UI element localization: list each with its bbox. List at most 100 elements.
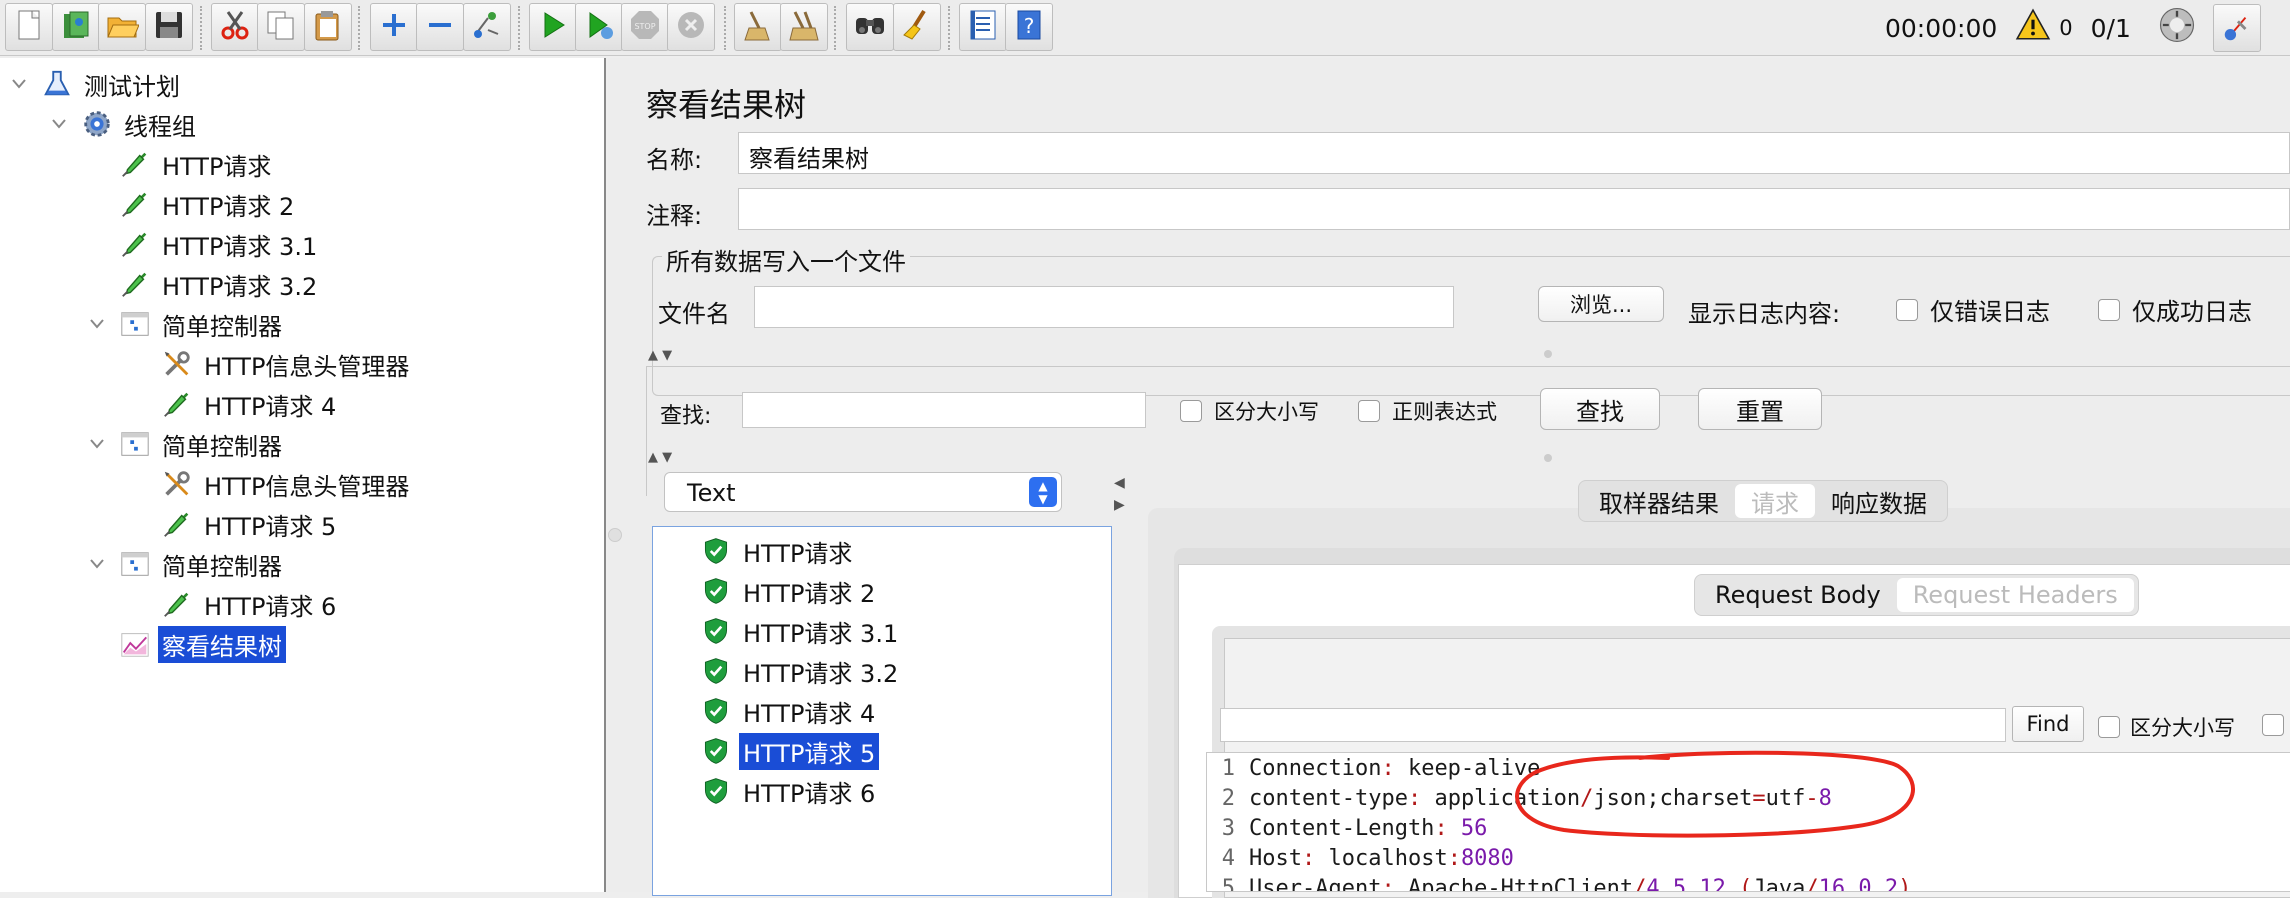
pipette-icon bbox=[118, 227, 152, 261]
result-item[interactable]: HTTP请求 6 bbox=[699, 773, 879, 809]
text-extra-checkbox[interactable] bbox=[2262, 714, 2284, 736]
remote-icon[interactable] bbox=[2157, 5, 2197, 51]
reset-button[interactable]: 重置 bbox=[1698, 388, 1822, 430]
shield-check-icon bbox=[699, 614, 733, 648]
toggle-button[interactable] bbox=[463, 3, 511, 51]
errors-only-option[interactable]: 仅错误日志 bbox=[1896, 292, 2050, 327]
tree-item[interactable]: HTTP请求 5 bbox=[160, 506, 340, 542]
success-only-checkbox[interactable] bbox=[2098, 298, 2120, 321]
clear-all-button[interactable] bbox=[780, 3, 828, 51]
shutdown-button[interactable] bbox=[667, 3, 715, 51]
search-button[interactable] bbox=[846, 3, 894, 51]
warning-icon[interactable] bbox=[2015, 7, 2051, 49]
tree-item[interactable]: HTTP请求 6 bbox=[160, 586, 340, 622]
function-helper-icon bbox=[966, 8, 1000, 46]
new-button[interactable] bbox=[5, 3, 53, 51]
tree-item[interactable]: 测试计划 bbox=[8, 66, 184, 102]
chevron-down-icon[interactable] bbox=[48, 113, 70, 135]
code-token: / bbox=[1805, 875, 1819, 892]
result-item[interactable]: HTTP请求 4 bbox=[699, 693, 879, 729]
flask-icon bbox=[40, 67, 74, 101]
tab-request[interactable]: 请求 bbox=[1735, 484, 1815, 518]
copy-button[interactable] bbox=[257, 3, 305, 51]
search-input[interactable] bbox=[742, 392, 1146, 428]
tab-response-data[interactable]: 响应数据 bbox=[1815, 481, 1943, 521]
tree-item[interactable]: HTTP请求 bbox=[118, 146, 275, 182]
tree-item[interactable]: 简单控制器 bbox=[86, 306, 286, 342]
result-item[interactable]: HTTP请求 2 bbox=[699, 573, 879, 609]
filename-input[interactable] bbox=[754, 286, 1454, 328]
tree-item[interactable]: HTTP请求 3.2 bbox=[118, 266, 321, 302]
tab-request-headers[interactable]: Request Headers bbox=[1896, 578, 2134, 612]
tree-item[interactable]: HTTP请求 4 bbox=[160, 386, 340, 422]
paste-button[interactable] bbox=[304, 3, 352, 51]
code-token: ) bbox=[1898, 875, 1912, 892]
controller-icon bbox=[118, 427, 152, 461]
code-token: / bbox=[1633, 875, 1647, 892]
remote-clear-icon[interactable] bbox=[2212, 4, 2261, 52]
name-input[interactable]: 察看结果树 bbox=[738, 132, 2290, 174]
tree-item[interactable]: HTTP信息头管理器 bbox=[160, 466, 413, 502]
save-button[interactable] bbox=[145, 3, 193, 51]
tab-sampler-result[interactable]: 取样器结果 bbox=[1583, 481, 1735, 521]
errors-only-checkbox[interactable] bbox=[1896, 298, 1918, 321]
expand-button[interactable] bbox=[370, 3, 418, 51]
divider-handle-icon[interactable] bbox=[608, 528, 622, 542]
result-list: HTTP请求 HTTP请求 2 HTTP请求 3.1 HTTP请求 3.2 HTTP请求… bbox=[652, 526, 1112, 896]
result-item[interactable]: HTTP请求 3.1 bbox=[699, 613, 902, 649]
detail-tabs: 取样器结果 请求 响应数据 bbox=[1578, 480, 1948, 522]
result-item[interactable]: HTTP请求 3.2 bbox=[699, 653, 902, 689]
help-button[interactable]: ? bbox=[1005, 3, 1053, 51]
help-icon: ? bbox=[1012, 8, 1046, 46]
split-arrows-2-icon[interactable]: ▲ ▼ bbox=[648, 450, 672, 465]
reset-search-button[interactable] bbox=[893, 3, 941, 51]
templates-button[interactable] bbox=[52, 3, 100, 51]
toolbar-separator bbox=[518, 6, 520, 50]
collapse-button[interactable] bbox=[416, 3, 464, 51]
case-sensitive-checkbox[interactable] bbox=[1180, 400, 1202, 422]
browse-button[interactable]: 浏览... bbox=[1538, 286, 1664, 322]
tree-item[interactable]: 简单控制器 bbox=[86, 546, 286, 582]
code-token: User-Agent bbox=[1249, 875, 1382, 892]
tab-request-body[interactable]: Request Body bbox=[1699, 575, 1897, 615]
clear-button[interactable] bbox=[734, 3, 782, 51]
tree-item[interactable]: 线程组 bbox=[48, 106, 200, 142]
tree-item[interactable]: HTTP请求 2 bbox=[118, 186, 298, 222]
tree-item[interactable]: 察看结果树 bbox=[118, 625, 286, 663]
renderer-select[interactable]: Text ▲ ▼ bbox=[664, 472, 1062, 512]
splitter-handle-icon[interactable] bbox=[1544, 350, 1552, 358]
regex-checkbox[interactable] bbox=[1358, 400, 1380, 422]
success-only-option[interactable]: 仅成功日志 bbox=[2098, 292, 2252, 327]
text-find-button[interactable]: Find bbox=[2012, 706, 2084, 742]
chevron-down-icon[interactable] bbox=[86, 553, 108, 575]
function-helper-button[interactable] bbox=[959, 3, 1007, 51]
stop-button[interactable]: STOP bbox=[621, 3, 669, 51]
regex-option[interactable]: 正则表达式 bbox=[1358, 396, 1497, 426]
find-button[interactable]: 查找 bbox=[1540, 388, 1660, 430]
start-button[interactable] bbox=[529, 3, 577, 51]
code-token: Host bbox=[1249, 845, 1302, 871]
tree-item[interactable]: 简单控制器 bbox=[86, 426, 286, 462]
split-arrows-icon[interactable]: ▲ ▼ bbox=[648, 348, 672, 363]
tree-item[interactable]: HTTP信息头管理器 bbox=[160, 346, 413, 382]
tree-item-label: 线程组 bbox=[124, 112, 196, 141]
code-line: 5 User-Agent: Apache-HttpClient/4.5.12 (J… bbox=[1207, 873, 2207, 892]
tree-item[interactable]: HTTP请求 3.1 bbox=[118, 226, 321, 262]
start-no-pause-button[interactable] bbox=[575, 3, 623, 51]
line-number: 4 bbox=[1221, 845, 1235, 871]
collapse-arrows-icon[interactable]: ◀ ▶ bbox=[1114, 472, 1125, 516]
text-find-input[interactable] bbox=[1220, 708, 2006, 742]
chevron-down-icon[interactable] bbox=[86, 313, 108, 335]
case-sensitive-option[interactable]: 区分大小写 bbox=[1180, 396, 1319, 426]
text-case-option[interactable]: 区分大小写 bbox=[2098, 712, 2235, 742]
thread-count: 0/1 bbox=[2090, 13, 2131, 43]
text-case-checkbox[interactable] bbox=[2098, 716, 2120, 738]
splitter-handle-2-icon[interactable] bbox=[1544, 454, 1552, 462]
chevron-down-icon[interactable] bbox=[8, 73, 30, 95]
comment-input[interactable] bbox=[738, 188, 2290, 230]
result-item[interactable]: HTTP请求 bbox=[699, 533, 856, 569]
chevron-down-icon[interactable] bbox=[86, 433, 108, 455]
result-item[interactable]: HTTP请求 5 bbox=[699, 732, 880, 770]
cut-button[interactable] bbox=[211, 3, 259, 51]
open-button[interactable] bbox=[98, 3, 146, 51]
